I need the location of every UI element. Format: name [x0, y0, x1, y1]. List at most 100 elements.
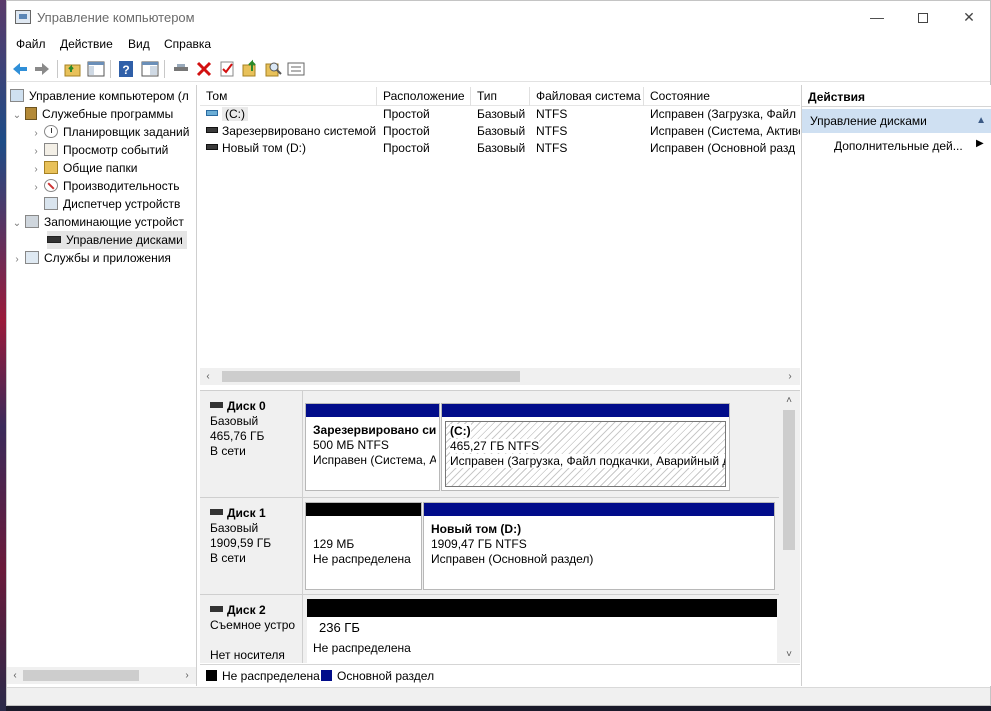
table-row[interactable]: Зарезервировано системой Простой Базовый… [200, 123, 800, 140]
partition-color-bar [306, 404, 439, 417]
menu-view[interactable]: Вид [128, 37, 150, 51]
partition-size: 236 ГБ [319, 620, 360, 635]
scroll-left-icon[interactable]: ‹ [7, 667, 23, 684]
partition-size: 129 МБ [313, 537, 355, 551]
volume-cell: Новый том (D:) [200, 140, 377, 157]
disk-legend: Не распределена Основной раздел [200, 664, 800, 686]
more-actions-item[interactable]: Дополнительные дей... [834, 139, 963, 153]
submenu-arrow-icon[interactable]: ▶ [976, 138, 984, 149]
disk-icon [210, 509, 223, 515]
tree-item-disk-management[interactable]: Управление дисками [47, 231, 187, 249]
volume-list-horizontal-scrollbar[interactable]: ‹ › [200, 368, 800, 385]
tree-item-event-viewer[interactable]: › Просмотр событий [31, 141, 168, 159]
column-header-type[interactable]: Тип [471, 87, 530, 106]
actions-section-disk-management[interactable]: Управление дисками ▲ [802, 109, 991, 133]
scrollbar-thumb[interactable] [783, 410, 795, 550]
tree-item-storage[interactable]: ⌄ Запоминающие устройст [12, 213, 184, 231]
partition-system-reserved[interactable]: Зарезервировано си 500 МБ NTFS Исправен … [305, 403, 440, 491]
tools-icon [25, 107, 37, 120]
partition-unallocated-disk1[interactable]: 129 МБ Не распределена [305, 502, 422, 590]
disk-view-vertical-scrollbar[interactable]: ˄ ˅ [779, 392, 799, 663]
tree-item-device-manager[interactable]: Диспетчер устройств [31, 195, 180, 213]
maximize-icon [918, 13, 928, 24]
scroll-right-icon[interactable]: › [179, 667, 195, 684]
disk-2-info[interactable]: Диск 2 Съемное устро Нет носителя [200, 595, 303, 663]
tree-item-label: Службы и приложения [44, 251, 171, 265]
tree-item-system-tools[interactable]: ⌄ Служебные программы [12, 105, 173, 123]
forward-icon[interactable] [32, 59, 52, 79]
disk-1-info[interactable]: Диск 1 Базовый 1909,59 ГБ В сети [200, 498, 303, 594]
partition-d[interactable]: Новый том (D:) 1909,47 ГБ NTFS Исправен … [423, 502, 775, 590]
disk-type: Базовый [210, 521, 259, 535]
minimize-button[interactable]: — [854, 1, 900, 33]
menu-help[interactable]: Справка [164, 37, 211, 51]
close-button[interactable]: ✕ [946, 1, 991, 33]
disk-size: 1909,59 ГБ [210, 536, 272, 550]
connect-icon[interactable] [171, 59, 191, 79]
legend-swatch-primary [321, 670, 332, 681]
partition-name: Новый том (D:) [431, 522, 522, 536]
tree-item-performance[interactable]: › Производительность [31, 177, 179, 195]
table-row[interactable]: Новый том (D:) Простой Базовый NTFS Испр… [200, 140, 800, 157]
volume-cell: (C:) [200, 106, 377, 123]
tree-item-label: Планировщик заданий [63, 125, 190, 139]
chevron-down-icon[interactable]: ⌄ [12, 215, 22, 233]
partition-unallocated-disk2[interactable]: 236 ГБ Не распределена [307, 599, 777, 663]
tree-item-root[interactable]: Управление компьютером (л [10, 87, 189, 105]
status-cell: Исправен (Основной разд [650, 141, 796, 155]
tree-horizontal-scrollbar[interactable]: ‹ › [7, 667, 196, 684]
tree-item-shared-folders[interactable]: › Общие папки [31, 159, 137, 177]
services-icon [25, 251, 39, 264]
tree-item-task-scheduler[interactable]: › Планировщик заданий [31, 123, 189, 141]
partition-c[interactable]: (C:) 465,27 ГБ NTFS Исправен (Загрузка, … [441, 403, 730, 491]
toolbar-separator [57, 60, 58, 78]
scroll-down-icon[interactable]: ˅ [781, 646, 797, 663]
scrollbar-thumb[interactable] [222, 371, 520, 382]
menu-bar: Файл Действие Вид Справка [7, 34, 990, 54]
volume-icon [206, 144, 218, 150]
menu-file[interactable]: Файл [16, 37, 46, 51]
partition-status: Исправен (Загрузка, Файл подкачки, Авари… [450, 454, 725, 468]
table-row[interactable]: (C:) Простой Базовый NTFS Исправен (Загр… [200, 106, 800, 123]
maximize-button[interactable] [900, 1, 946, 33]
properties-view-icon[interactable] [140, 59, 160, 79]
column-header-volume[interactable]: Том [200, 87, 377, 106]
export-icon[interactable] [240, 59, 260, 79]
partition-name: Зарезервировано си [313, 423, 436, 437]
disk-0-info[interactable]: Диск 0 Базовый 465,76 ГБ В сети [200, 391, 303, 497]
delete-icon[interactable] [194, 59, 214, 79]
chevron-down-icon[interactable]: ⌄ [12, 107, 22, 125]
disk-icon [210, 606, 223, 612]
back-icon[interactable] [10, 59, 30, 79]
volume-icon [206, 110, 218, 116]
legend-label: Не распределена [222, 669, 320, 683]
performance-icon [44, 179, 58, 192]
status-cell: Исправен (Система, Активе [650, 124, 800, 138]
column-header-filesystem[interactable]: Файловая система [530, 87, 644, 106]
partition-color-bar [442, 404, 729, 417]
disk-state: Нет носителя [210, 648, 285, 662]
scrollbar-thumb[interactable] [23, 670, 139, 681]
partition-size: 465,27 ГБ NTFS [450, 439, 540, 453]
disk-graphical-view: Диск 0 Базовый 465,76 ГБ В сети Зарезерв… [200, 390, 800, 663]
scroll-right-icon[interactable]: › [782, 368, 798, 385]
scroll-left-icon[interactable]: ‹ [200, 368, 216, 385]
menu-action[interactable]: Действие [60, 37, 113, 51]
chevron-right-icon[interactable]: › [12, 251, 22, 269]
show-hide-tree-icon[interactable] [86, 59, 106, 79]
window-title: Управление компьютером [37, 10, 195, 25]
list-icon[interactable] [286, 59, 306, 79]
filesystem-cell: NTFS [536, 141, 568, 155]
up-folder-icon[interactable] [63, 59, 83, 79]
layout-cell: Простой [383, 107, 430, 121]
search-icon[interactable] [263, 59, 283, 79]
legend-primary: Основной раздел [321, 669, 434, 683]
check-icon[interactable] [217, 59, 237, 79]
status-cell: Исправен (Загрузка, Файл [650, 107, 797, 121]
help-icon[interactable]: ? [116, 59, 136, 79]
column-header-layout[interactable]: Расположение [377, 87, 471, 106]
column-header-status[interactable]: Состояние [644, 87, 800, 106]
collapse-icon[interactable]: ▲ [976, 109, 986, 133]
scroll-up-icon[interactable]: ˄ [781, 392, 797, 409]
tree-item-services-apps[interactable]: › Службы и приложения [12, 249, 171, 267]
